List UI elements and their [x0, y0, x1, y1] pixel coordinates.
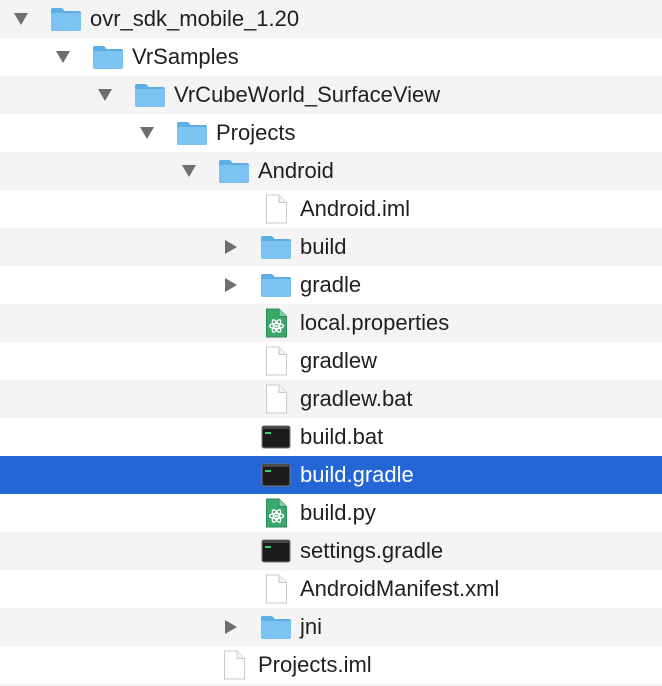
file-row[interactable]: gradlew.bat	[0, 380, 662, 418]
terminal-executable-icon	[260, 536, 292, 566]
item-name: AndroidManifest.xml	[300, 576, 500, 601]
terminal-executable-icon	[260, 422, 292, 452]
item-name: Android	[258, 158, 334, 183]
folder-icon	[92, 42, 124, 72]
document-icon	[260, 384, 292, 414]
item-name: Android.iml	[300, 196, 411, 221]
item-name: VrSamples	[132, 44, 239, 69]
item-name: jni	[300, 614, 323, 639]
folder-icon	[260, 232, 292, 262]
document-icon	[260, 574, 292, 604]
folder-row[interactable]: jni	[0, 608, 662, 646]
folder-icon	[218, 156, 250, 186]
file-row[interactable]: build.gradle	[0, 456, 662, 494]
folder-icon	[260, 612, 292, 642]
folder-row[interactable]: VrCubeWorld_SurfaceView	[0, 76, 662, 114]
file-row[interactable]: Android.iml	[0, 190, 662, 228]
file-row[interactable]: local.properties	[0, 304, 662, 342]
item-name: gradle	[300, 272, 362, 297]
disclosure-collapsed-icon[interactable]	[222, 618, 240, 636]
item-name: gradlew.bat	[300, 386, 413, 411]
file-row[interactable]: build.bat	[0, 418, 662, 456]
disclosure-expanded-icon[interactable]	[54, 48, 72, 66]
folder-row[interactable]: gradle	[0, 266, 662, 304]
document-icon	[260, 346, 292, 376]
folder-icon	[260, 270, 292, 300]
folder-icon	[50, 4, 82, 34]
disclosure-collapsed-icon[interactable]	[222, 238, 240, 256]
folder-row[interactable]: Android	[0, 152, 662, 190]
file-row[interactable]: Projects.iml	[0, 646, 662, 684]
folder-icon	[134, 80, 166, 110]
item-name: build.gradle	[300, 462, 414, 487]
document-icon	[218, 650, 250, 680]
folder-row[interactable]: VrSamples	[0, 38, 662, 76]
folder-row[interactable]: build	[0, 228, 662, 266]
item-name: Projects	[216, 120, 296, 145]
item-name: build.bat	[300, 424, 384, 449]
disclosure-expanded-icon[interactable]	[96, 86, 114, 104]
file-row[interactable]: settings.gradle	[0, 532, 662, 570]
file-row[interactable]: AndroidManifest.xml	[0, 570, 662, 608]
item-name: gradlew	[300, 348, 378, 373]
disclosure-expanded-icon[interactable]	[138, 124, 156, 142]
item-name: Projects.iml	[258, 652, 372, 677]
terminal-executable-icon	[260, 460, 292, 490]
folder-row[interactable]: ovr_sdk_mobile_1.20	[0, 0, 662, 38]
folder-row[interactable]: Projects	[0, 114, 662, 152]
atom-document-icon	[260, 498, 292, 528]
disclosure-expanded-icon[interactable]	[180, 162, 198, 180]
document-icon	[260, 194, 292, 224]
finder-list-view: ovr_sdk_mobile_1.20 VrSamples VrCubeWorld_…	[0, 0, 662, 686]
item-name: settings.gradle	[300, 538, 444, 563]
atom-document-icon	[260, 308, 292, 338]
folder-icon	[176, 118, 208, 148]
disclosure-expanded-icon[interactable]	[12, 10, 30, 28]
item-name: build.py	[300, 500, 376, 525]
file-row[interactable]: gradlew	[0, 342, 662, 380]
disclosure-collapsed-icon[interactable]	[222, 276, 240, 294]
file-row[interactable]: build.py	[0, 494, 662, 532]
item-name: VrCubeWorld_SurfaceView	[174, 82, 441, 107]
item-name: ovr_sdk_mobile_1.20	[90, 6, 300, 31]
item-name: local.properties	[300, 310, 450, 335]
item-name: build	[300, 234, 347, 259]
